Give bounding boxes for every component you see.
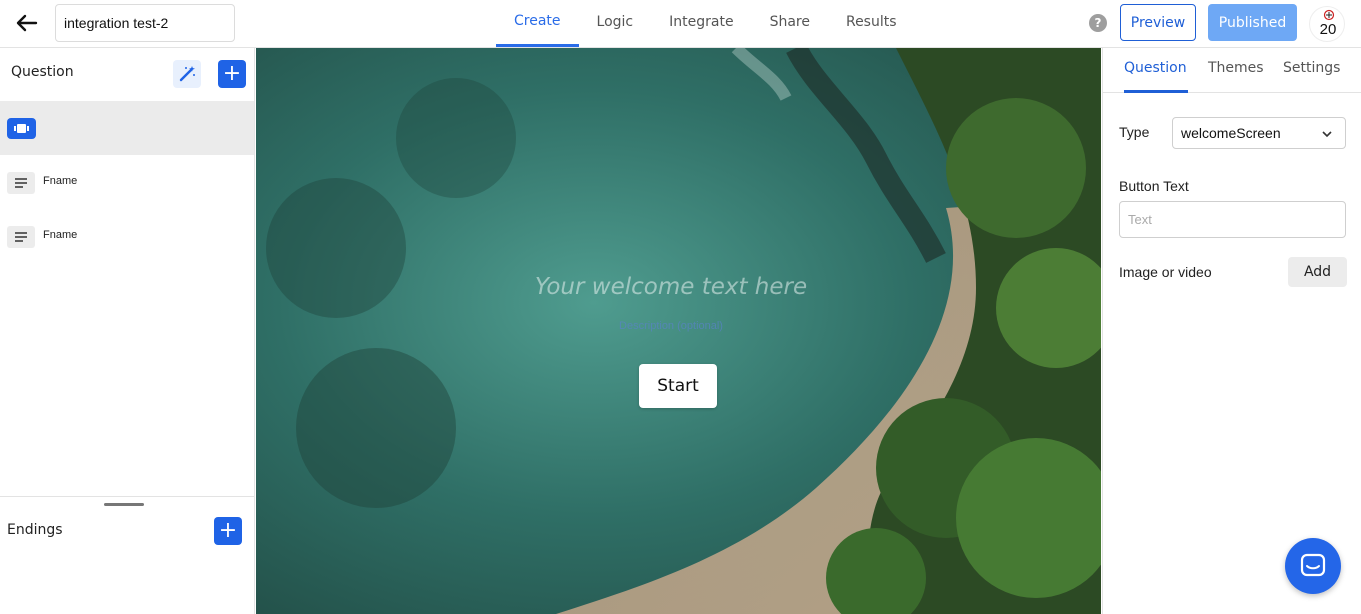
tab-settings[interactable]: Settings (1283, 60, 1340, 76)
short-text-icon (7, 172, 35, 194)
resize-handle[interactable] (104, 503, 144, 506)
description-placeholder[interactable]: Description (optional) (256, 320, 1086, 332)
question-item-label: Fname (43, 229, 78, 241)
preview-canvas: Your welcome text here Description (opti… (256, 48, 1101, 614)
logo-mark-icon (1323, 9, 1335, 21)
start-button[interactable]: Start (639, 364, 717, 408)
form-name-input[interactable] (55, 4, 235, 42)
questions-panel: Question + Fname Fname Endings + (0, 48, 255, 614)
help-icon[interactable]: ? (1089, 14, 1107, 32)
avatar-label: 20 (1319, 21, 1337, 38)
type-label: Type (1119, 124, 1150, 140)
welcome-text-placeholder[interactable]: Your welcome text here (256, 274, 1086, 300)
tab-themes[interactable]: Themes (1208, 60, 1264, 76)
tab-results[interactable]: Results (828, 0, 915, 47)
tab-share[interactable]: Share (752, 0, 828, 47)
panel-divider (0, 496, 254, 497)
image-or-video-label: Image or video (1119, 264, 1212, 280)
published-button[interactable]: Published (1208, 4, 1297, 41)
short-text-icon (7, 226, 35, 248)
question-item-fname[interactable]: Fname (0, 155, 254, 209)
chat-icon (1300, 553, 1326, 577)
endings-title: Endings (7, 522, 63, 538)
tab-create[interactable]: Create (496, 0, 579, 47)
avatar[interactable]: 20 (1309, 6, 1345, 42)
top-bar: Create Logic Integrate Share Results ? P… (0, 0, 1361, 48)
questions-title: Question (11, 64, 74, 80)
preview-button[interactable]: Preview (1120, 4, 1196, 41)
button-text-label: Button Text (1119, 178, 1189, 194)
tab-integrate[interactable]: Integrate (651, 0, 751, 47)
active-tab-indicator (1124, 90, 1188, 93)
add-media-button[interactable]: Add (1288, 257, 1347, 287)
welcome-screen-icon (7, 118, 36, 139)
button-text-input[interactable] (1119, 201, 1346, 238)
question-item-fname[interactable]: Fname (0, 209, 254, 263)
properties-tabs: Question Themes Settings (1103, 48, 1361, 93)
chat-launcher-button[interactable] (1285, 538, 1341, 594)
tab-logic[interactable]: Logic (579, 0, 652, 47)
type-select[interactable]: welcomeScreen (1172, 117, 1346, 149)
tab-question[interactable]: Question (1124, 60, 1187, 76)
chevron-down-icon (1322, 131, 1332, 138)
type-select-value: welcomeScreen (1181, 125, 1281, 141)
question-item-label: Fname (43, 175, 78, 187)
properties-panel: Question Themes Settings Type welcomeScr… (1102, 48, 1361, 614)
back-arrow-icon[interactable] (14, 10, 40, 36)
add-question-button[interactable]: + (218, 60, 246, 88)
question-item-welcome[interactable] (0, 101, 254, 155)
main-tabs: Create Logic Integrate Share Results (496, 0, 915, 47)
add-ending-button[interactable]: + (214, 517, 242, 545)
magic-wand-icon[interactable] (173, 60, 201, 88)
